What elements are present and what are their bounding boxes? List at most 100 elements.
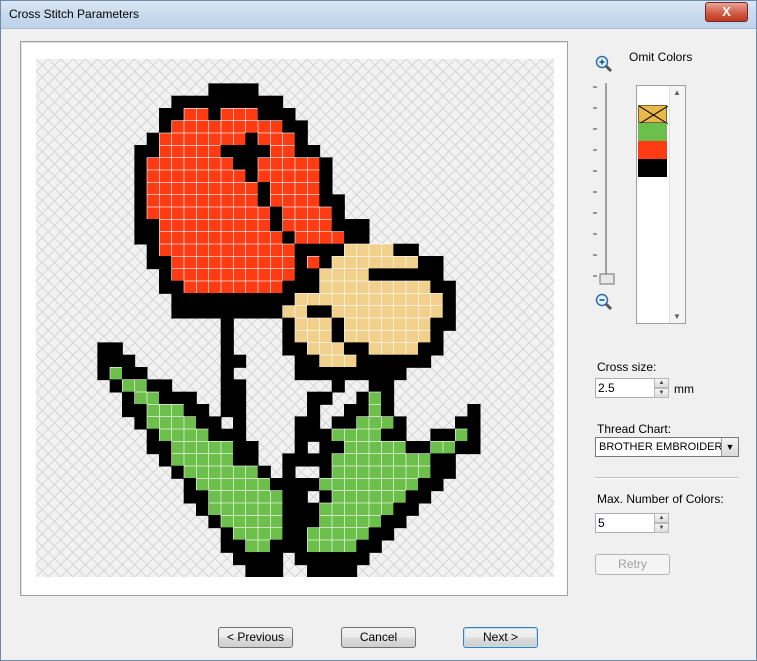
stitch-cell — [356, 465, 370, 479]
stitch-cell — [307, 293, 321, 307]
stitch-cell — [430, 256, 444, 270]
stitch-cell — [344, 527, 358, 541]
stitch-cell — [233, 391, 247, 405]
stitch-cell — [220, 515, 234, 529]
stitch-cell — [245, 293, 259, 307]
stitch-cell — [405, 317, 419, 331]
scroll-up-arrow-icon[interactable]: ▲ — [673, 88, 681, 97]
stitch-cell — [196, 490, 210, 504]
stitch-cell — [368, 416, 382, 430]
stitch-cell — [270, 132, 284, 146]
stitch-cell — [159, 391, 173, 405]
stitch-cell — [405, 330, 419, 344]
color-swatch[interactable] — [638, 105, 669, 125]
stitch-cell — [331, 502, 345, 516]
retry-button[interactable]: Retry — [595, 554, 670, 575]
color-swatch[interactable] — [638, 87, 667, 105]
cross-size-field[interactable] — [598, 381, 646, 395]
stitch-cell — [159, 379, 173, 393]
stitch-cell — [196, 293, 210, 307]
stitch-cell — [245, 83, 259, 97]
stitch-cell — [430, 317, 444, 331]
stitch-cell — [270, 182, 284, 196]
stitch-cell — [282, 539, 296, 553]
next-button[interactable]: Next > — [463, 627, 538, 648]
spin-down-icon[interactable]: ▼ — [654, 523, 669, 533]
stitch-cell — [319, 527, 333, 541]
stitch-cell — [196, 182, 210, 196]
stitch-cell — [356, 478, 370, 492]
previous-button[interactable]: < Previous — [218, 627, 293, 648]
stitch-cell — [356, 502, 370, 516]
spin-down-icon[interactable]: ▼ — [654, 388, 669, 398]
stitch-cell — [418, 490, 432, 504]
max-colors-spinner[interactable]: ▲ ▼ — [654, 513, 669, 535]
stitch-cell — [344, 256, 358, 270]
stitch-cell — [233, 256, 247, 270]
stitch-cell — [220, 194, 234, 208]
stitch-cell — [430, 293, 444, 307]
zoom-out-icon[interactable] — [595, 293, 613, 311]
stitch-cell — [196, 95, 210, 109]
stitch-cell — [368, 354, 382, 368]
stitch-cell — [233, 404, 247, 418]
max-colors-field[interactable] — [598, 516, 646, 530]
stitch-cell — [319, 342, 333, 356]
slider-thumb[interactable] — [599, 273, 615, 285]
stitch-cell — [344, 342, 358, 356]
cross-size-input[interactable] — [595, 378, 657, 398]
spin-up-icon[interactable]: ▲ — [654, 378, 669, 388]
stitch-cell — [282, 157, 296, 171]
cancel-button[interactable]: Cancel — [341, 627, 416, 648]
omit-colors-list[interactable]: ▲ ▼ — [636, 85, 686, 324]
stitch-cell — [220, 453, 234, 467]
stitch-cell — [356, 256, 370, 270]
stitch-cell — [233, 231, 247, 245]
stitch-cell — [146, 256, 160, 270]
stitch-cell — [393, 342, 407, 356]
spin-up-icon[interactable]: ▲ — [654, 513, 669, 523]
stitch-cell — [208, 441, 222, 455]
stitch-cell — [331, 515, 345, 529]
stitch-cell — [183, 108, 197, 122]
color-swatch[interactable] — [638, 141, 667, 159]
stitch-cell — [381, 379, 395, 393]
stitch-cell — [307, 243, 321, 257]
stitch-cell — [208, 515, 222, 529]
stitch-cell — [381, 280, 395, 294]
zoom-in-icon[interactable] — [595, 55, 613, 73]
cross-size-spinner[interactable]: ▲ ▼ — [654, 378, 669, 400]
stitch-cell — [233, 453, 247, 467]
stitch-cell — [220, 330, 234, 344]
stitch-cell — [294, 157, 308, 171]
max-colors-input[interactable] — [595, 513, 657, 533]
chevron-down-icon[interactable]: ▼ — [721, 438, 738, 456]
stitch-cell — [208, 194, 222, 208]
stitch-cell — [196, 120, 210, 134]
stitch-cell — [134, 157, 148, 171]
close-button[interactable]: X — [705, 2, 748, 22]
stitch-cell — [393, 441, 407, 455]
stitch-cell — [245, 95, 259, 109]
cross-size-label: Cross size: — [597, 360, 657, 374]
stitch-cell — [257, 95, 271, 109]
stitch-cell — [171, 305, 185, 319]
thread-chart-select[interactable]: BROTHER EMBROIDERY ▼ — [595, 437, 739, 457]
stitch-cell — [356, 404, 370, 418]
stitch-cell — [245, 515, 259, 529]
title-bar[interactable]: Cross Stitch Parameters X — [1, 1, 756, 29]
stitch-cell — [220, 219, 234, 233]
zoom-slider[interactable] — [588, 79, 618, 294]
stitch-cell — [381, 478, 395, 492]
stitch-cell — [368, 379, 382, 393]
scroll-down-arrow-icon[interactable]: ▼ — [673, 312, 681, 321]
stitch-cell — [134, 404, 148, 418]
stitch-cell — [467, 416, 481, 430]
stitch-cell — [442, 317, 456, 331]
stitch-cell — [208, 145, 222, 159]
stitch-cell — [381, 317, 395, 331]
stitch-cell — [344, 453, 358, 467]
omit-colors-scrollbar[interactable]: ▲ ▼ — [669, 86, 685, 323]
color-swatch[interactable] — [638, 159, 667, 177]
color-swatch[interactable] — [638, 123, 667, 141]
